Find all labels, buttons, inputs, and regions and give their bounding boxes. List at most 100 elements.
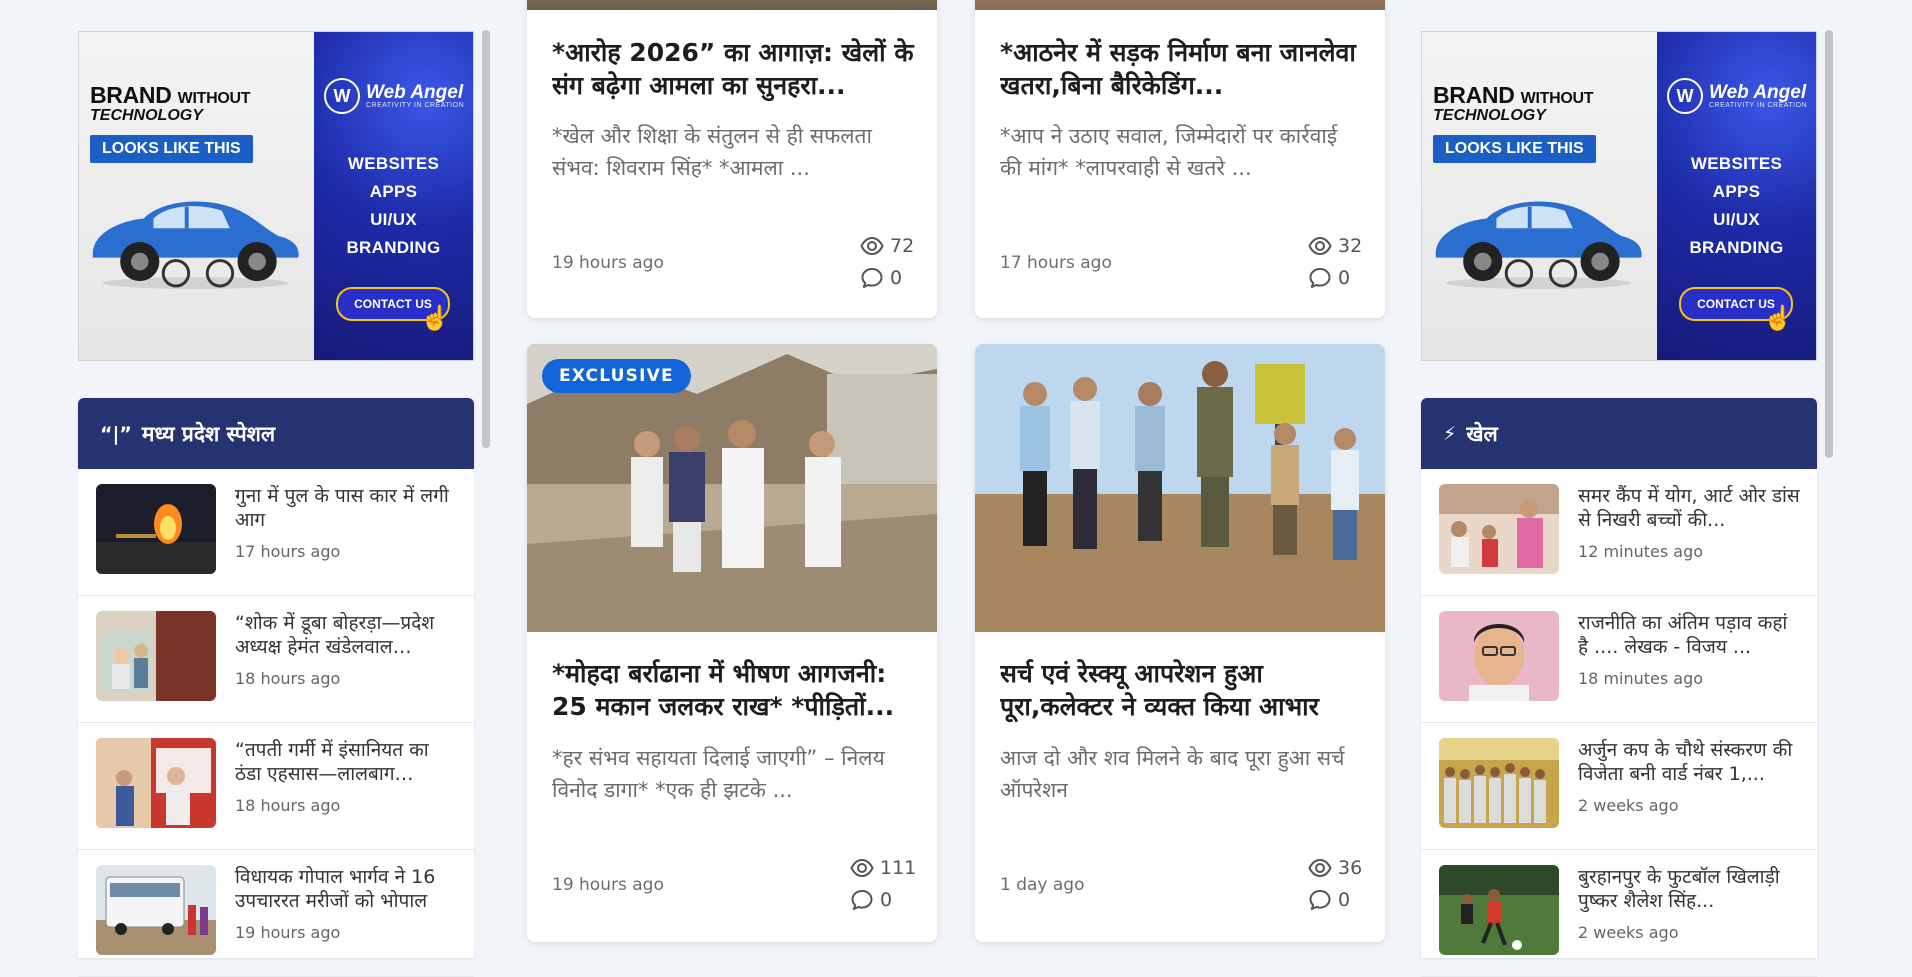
water-distribution-thumbnail [96, 738, 216, 828]
rescue-operation-photo [975, 344, 1385, 632]
views-value: 72 [890, 235, 915, 257]
ad-brand-line1-small: WITHOUT [177, 90, 251, 107]
news-thumbnail[interactable] [96, 611, 216, 701]
comments-count[interactable]: 0 [860, 266, 902, 290]
ad-brand-line1: BRAND [90, 82, 172, 108]
logo-name: Web Angel [1709, 82, 1807, 103]
news-thumbnail[interactable] [1439, 484, 1559, 574]
news-time: 12 minutes ago [1578, 542, 1704, 561]
widget-sports: ⚡ खेल समर कैंप में योग, आर्ट ओर डांस से … [1421, 398, 1817, 977]
news-thumbnail[interactable] [1439, 611, 1559, 701]
ad-service: UI/UX [1713, 210, 1760, 229]
news-title[interactable]: राजनीति का अंतिम पड़ाव कहां है .... लेखक… [1578, 611, 1800, 659]
ad-right-panel: W Web Angel CREATIVITY IN CREATION WEBSI… [1657, 32, 1816, 360]
comments-value: 0 [1338, 889, 1351, 911]
summer-camp-thumbnail [1439, 484, 1559, 574]
news-title[interactable]: बुरहानपुर के फुटबॉल खिलाड़ी पुष्कर शैलेश… [1578, 865, 1800, 913]
web-angel-logo: W Web Angel CREATIVITY IN CREATION [324, 78, 464, 114]
news-card-title[interactable]: *मोहदा बर्राढाना में भीषण आगजनी: 25 मकान… [552, 657, 917, 723]
comments-count[interactable]: 0 [850, 888, 892, 912]
news-card-excerpt: आज दो और शव मिलने के बाद पूरा हुआ सर्च ऑ… [1000, 746, 1345, 802]
logo-tagline: CREATIVITY IN CREATION [1709, 102, 1808, 109]
news-card-image[interactable] [975, 344, 1385, 632]
list-item[interactable]: विधायक गोपाल भार्गव ने 16 उपचाररत मरीजों… [78, 850, 474, 977]
news-card-time: 17 hours ago [1000, 253, 1112, 273]
eye-icon [1308, 856, 1332, 880]
ad-brand-line2: TECHNOLOGY [1433, 107, 1546, 124]
right-sidebar-scrollbar[interactable] [1825, 30, 1833, 945]
writer-portrait-thumbnail [1439, 611, 1559, 701]
news-thumbnail[interactable] [1439, 865, 1559, 955]
ad-banner-left[interactable]: BRAND WITHOUT TECHNOLOGY LOOKS LIKE THIS… [78, 31, 474, 361]
logo-letter: W [324, 78, 360, 114]
car-illustration-icon [1426, 192, 1651, 292]
ad-brand-text: BRAND WITHOUT TECHNOLOGY [1433, 82, 1594, 125]
news-card-title[interactable]: *आरोह 2026” का आगाज़: खेलों के संग बढ़ेग… [552, 36, 917, 102]
eye-icon [850, 856, 874, 880]
news-card[interactable]: *आरोह 2026” का आगाज़: खेलों के संग बढ़ेग… [527, 0, 937, 318]
ad-services: WEBSITES APPS UI/UX BRANDING [314, 150, 473, 262]
scrollbar-thumb[interactable] [1825, 30, 1833, 458]
news-thumbnail[interactable] [1439, 738, 1559, 828]
comment-icon [1308, 888, 1332, 912]
views-count: 36 [1308, 856, 1362, 880]
list-item[interactable]: “शोक में डूबा बोहरड़ा—प्रदेश अध्यक्ष हेम… [78, 596, 474, 723]
news-card-image[interactable] [975, 0, 1385, 10]
football-thumbnail [1439, 865, 1559, 955]
ad-brand-text: BRAND WITHOUT TECHNOLOGY [90, 82, 251, 125]
news-thumbnail[interactable] [96, 484, 216, 574]
news-card-title[interactable]: *आठनेर में सड़क निर्माण बना जानलेवा खतरा… [1000, 36, 1365, 102]
news-title[interactable]: “तपती गर्मी में इंसानियत का ठंडा एहसास—ल… [235, 738, 457, 786]
left-sidebar-scrollbar[interactable] [482, 30, 490, 945]
car-fire-thumbnail [96, 484, 216, 574]
news-card-time: 19 hours ago [552, 253, 664, 273]
news-card[interactable]: सर्च एवं रेस्क्यू आपरेशन हुआ पूरा,कलेक्ट… [975, 344, 1385, 942]
views-count: 111 [850, 856, 916, 880]
views-count: 72 [860, 234, 914, 258]
car-illustration-icon [83, 192, 308, 292]
news-time: 19 hours ago [235, 923, 341, 942]
list-item[interactable]: “तपती गर्मी में इंसानियत का ठंडा एहसास—ल… [78, 723, 474, 850]
news-title[interactable]: समर कैंप में योग, आर्ट ओर डांस से निखरी … [1578, 484, 1800, 532]
list-item[interactable]: गुना में पुल के पास कार में लगी आग 17 ho… [78, 469, 474, 596]
logo-letter: W [1667, 78, 1703, 114]
news-title[interactable]: विधायक गोपाल भार्गव ने 16 उपचाररत मरीजों… [235, 865, 457, 913]
widget-header: “|” मध्य प्रदेश स्पेशल [78, 398, 474, 469]
pointer-hand-icon: ☝ [420, 305, 450, 332]
comments-value: 0 [880, 889, 893, 911]
ad-brand-line1-small: WITHOUT [1520, 90, 1594, 107]
ad-banner-right[interactable]: BRAND WITHOUT TECHNOLOGY LOOKS LIKE THIS… [1421, 31, 1817, 361]
news-time: 2 weeks ago [1578, 796, 1679, 815]
views-value: 111 [880, 857, 917, 879]
news-title[interactable]: अर्जुन कप के चौथे संस्करण की विजेता बनी … [1578, 738, 1800, 786]
news-title[interactable]: “शोक में डूबा बोहरड़ा—प्रदेश अध्यक्ष हेम… [235, 611, 457, 659]
scrollbar-thumb[interactable] [482, 30, 490, 448]
comments-count[interactable]: 0 [1308, 888, 1350, 912]
list-item[interactable]: अर्जुन कप के चौथे संस्करण की विजेता बनी … [1421, 723, 1817, 850]
list-item[interactable]: राजनीति का अंतिम पड़ाव कहां है .... लेखक… [1421, 596, 1817, 723]
logo-tagline: CREATIVITY IN CREATION [366, 102, 465, 109]
comments-count[interactable]: 0 [1308, 266, 1350, 290]
eye-icon [860, 234, 884, 258]
news-card-excerpt: *आप ने उठाए सवाल, जिम्मेदारों पर कार्रवा… [1000, 124, 1338, 180]
news-card-image[interactable] [527, 0, 937, 10]
bus-thumbnail [96, 865, 216, 955]
news-time: 17 hours ago [235, 542, 341, 561]
team-photo-thumbnail [1439, 738, 1559, 828]
news-thumbnail[interactable] [96, 865, 216, 955]
news-card[interactable]: *आठनेर में सड़क निर्माण बना जानलेवा खतरा… [975, 0, 1385, 318]
news-time: 18 hours ago [235, 796, 341, 815]
ad-brand-line1: BRAND [1433, 82, 1515, 108]
ad-pill: LOOKS LIKE THIS [1433, 135, 1596, 163]
list-item[interactable]: बुरहानपुर के फुटबॉल खिलाड़ी पुष्कर शैलेश… [1421, 850, 1817, 977]
news-title[interactable]: गुना में पुल के पास कार में लगी आग [235, 484, 457, 532]
ad-right-panel: W Web Angel CREATIVITY IN CREATION WEBSI… [314, 32, 473, 360]
ad-service: UI/UX [370, 210, 417, 229]
news-card-title[interactable]: सर्च एवं रेस्क्यू आपरेशन हुआ पूरा,कलेक्ट… [1000, 657, 1365, 723]
news-card[interactable]: EXCLUSIVE *मोहदा बर्राढाना में भीषण आगजन… [527, 344, 937, 942]
list-item[interactable]: समर कैंप में योग, आर्ट ओर डांस से निखरी … [1421, 469, 1817, 596]
bolt-icon: ⚡ [1443, 422, 1457, 445]
widget-header: ⚡ खेल [1421, 398, 1817, 469]
views-count: 32 [1308, 234, 1362, 258]
news-thumbnail[interactable] [96, 738, 216, 828]
